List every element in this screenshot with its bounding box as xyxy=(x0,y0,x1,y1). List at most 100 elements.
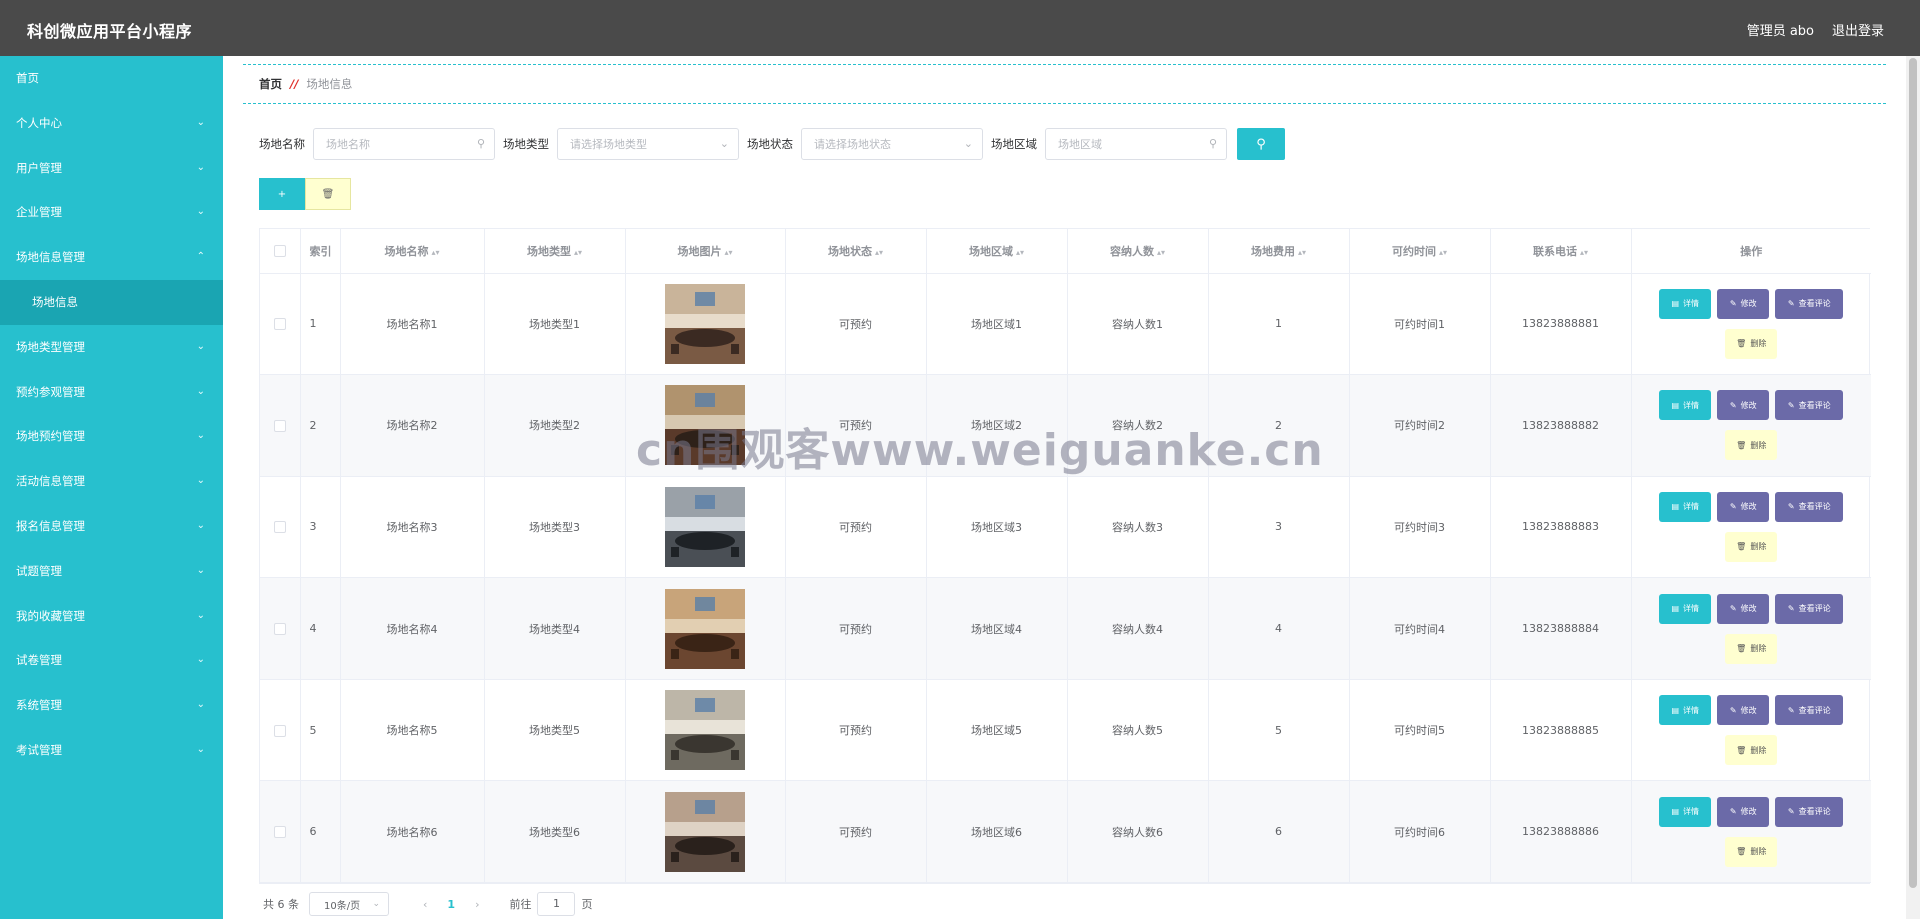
status-select-input[interactable] xyxy=(802,129,982,159)
sidebar-item[interactable]: 场地类型管理 ⌄ xyxy=(0,325,223,370)
area-input[interactable] xyxy=(1046,129,1226,159)
column-header[interactable]: 场地费用 ▴▾ xyxy=(1208,229,1350,274)
batch-delete-button[interactable]: 🗑 xyxy=(305,178,351,210)
row-checkbox[interactable] xyxy=(273,623,286,636)
delete-button[interactable]: 🗑 删除 xyxy=(1725,328,1778,359)
prev-page-icon[interactable]: ‹ xyxy=(423,898,427,911)
column-header[interactable]: 联系电话 ▴▾ xyxy=(1490,229,1632,274)
row-checkbox[interactable] xyxy=(273,318,286,331)
venue-image[interactable] xyxy=(665,385,745,466)
sidebar-item[interactable]: 场地预约管理 ⌄ xyxy=(0,414,223,459)
delete-button[interactable]: 🗑 删除 xyxy=(1725,836,1778,867)
next-page-icon[interactable]: › xyxy=(475,898,479,911)
sort-icon[interactable]: ▴▾ xyxy=(1439,248,1447,257)
row-checkbox[interactable] xyxy=(273,521,286,534)
sidebar-item[interactable]: 用户管理 ⌄ xyxy=(0,146,223,191)
sidebar-item[interactable]: 场地信息 xyxy=(0,279,223,325)
sidebar-item[interactable]: 报名信息管理 ⌄ xyxy=(0,504,223,549)
view-comments-button[interactable]: ✎ 查看评论 xyxy=(1775,491,1844,522)
page-scrollbar[interactable] xyxy=(1906,56,1920,919)
breadcrumb-home[interactable]: 首页 xyxy=(259,76,282,92)
sidebar-item[interactable]: 试题管理 ⌄ xyxy=(0,549,223,594)
current-page[interactable]: 1 xyxy=(447,898,455,911)
column-header[interactable]: 场地图片 ▴▾ xyxy=(625,229,786,274)
edit-button[interactable]: ✎ 修改 xyxy=(1717,796,1770,827)
column-header-label: 容纳人数 xyxy=(1109,244,1154,258)
view-comments-button[interactable]: ✎ 查看评论 xyxy=(1775,390,1844,421)
column-header[interactable]: 容纳人数 ▴▾ xyxy=(1067,229,1209,274)
row-checkbox[interactable] xyxy=(273,724,286,737)
sort-icon[interactable]: ▴▾ xyxy=(1016,248,1024,257)
name-input[interactable] xyxy=(314,129,494,159)
sidebar-item[interactable]: 场地信息管理 ⌃ xyxy=(0,235,223,280)
column-header[interactable]: 场地状态 ▴▾ xyxy=(785,229,927,274)
delete-button[interactable]: 🗑 删除 xyxy=(1725,633,1778,664)
column-header[interactable]: 场地名称 ▴▾ xyxy=(340,229,485,274)
edit-button[interactable]: ✎ 修改 xyxy=(1717,695,1770,726)
venue-image[interactable] xyxy=(665,486,745,567)
sidebar-item[interactable]: 系统管理 ⌄ xyxy=(0,683,223,728)
sidebar-item[interactable]: 活动信息管理 ⌄ xyxy=(0,459,223,504)
search-button[interactable]: ⚲ xyxy=(1237,128,1285,160)
view-comments-button[interactable]: ✎ 查看评论 xyxy=(1775,593,1844,624)
edit-icon: ✎ xyxy=(1729,604,1737,614)
sidebar-item[interactable]: 企业管理 ⌄ xyxy=(0,190,223,235)
sort-icon[interactable]: ▴▾ xyxy=(431,248,439,257)
edit-button[interactable]: ✎ 修改 xyxy=(1717,390,1770,421)
sidebar-item[interactable]: 试卷管理 ⌄ xyxy=(0,638,223,683)
sort-icon[interactable]: ▴▾ xyxy=(1157,248,1165,257)
fee-cell: 1 xyxy=(1208,273,1350,376)
sort-icon[interactable]: ▴▾ xyxy=(1298,248,1306,257)
venue-image[interactable] xyxy=(665,690,745,771)
time-cell-text: 可约时间5 xyxy=(1394,724,1445,738)
view-comments-button[interactable]: ✎ 查看评论 xyxy=(1775,288,1844,319)
detail-button[interactable]: ▤ 详情 xyxy=(1659,593,1712,624)
page-size-select[interactable]: 10条/页 ⌄ xyxy=(309,892,389,916)
main-content: 首页 // 场地信息 场地名称 ⚲ 场地类型 ⌄ 场地状态 ⌄ 场地区域 ⚲ ⚲… xyxy=(223,56,1906,919)
edit-label: 修改 xyxy=(1740,400,1757,410)
venue-image[interactable] xyxy=(665,791,745,872)
type-select[interactable]: ⌄ xyxy=(557,128,739,160)
delete-button[interactable]: 🗑 删除 xyxy=(1725,735,1778,766)
delete-button[interactable]: 🗑 删除 xyxy=(1725,531,1778,562)
chevron-down-icon: ⌄ xyxy=(196,116,205,128)
fee-cell: 4 xyxy=(1208,577,1350,680)
edit-button[interactable]: ✎ 修改 xyxy=(1717,288,1770,319)
detail-button[interactable]: ▤ 详情 xyxy=(1659,491,1712,522)
goto-page-input[interactable]: 1 xyxy=(537,892,576,916)
sort-icon[interactable]: ▴▾ xyxy=(574,248,582,257)
detail-button[interactable]: ▤ 详情 xyxy=(1659,695,1712,726)
chevron-down-icon: ⌄ xyxy=(196,340,205,352)
sidebar-item[interactable]: 首页 xyxy=(0,56,223,101)
venue-image[interactable] xyxy=(665,283,745,364)
add-button[interactable]: + xyxy=(259,178,305,210)
column-header[interactable]: 场地区域 ▴▾ xyxy=(926,229,1068,274)
document-icon: ▤ xyxy=(1671,807,1680,817)
view-comments-button[interactable]: ✎ 查看评论 xyxy=(1775,695,1844,726)
venue-image[interactable] xyxy=(665,588,745,669)
row-checkbox[interactable] xyxy=(273,826,286,839)
document-icon: ▤ xyxy=(1671,705,1680,715)
edit-button[interactable]: ✎ 修改 xyxy=(1717,491,1770,522)
status-select[interactable]: ⌄ xyxy=(801,128,983,160)
view-comments-button[interactable]: ✎ 查看评论 xyxy=(1775,796,1844,827)
edit-button[interactable]: ✎ 修改 xyxy=(1717,593,1770,624)
detail-button[interactable]: ▤ 详情 xyxy=(1659,796,1712,827)
sidebar-item[interactable]: 预约参观管理 ⌄ xyxy=(0,370,223,415)
detail-button[interactable]: ▤ 详情 xyxy=(1659,288,1712,319)
column-header[interactable]: 场地类型 ▴▾ xyxy=(484,229,626,274)
sort-icon[interactable]: ▴▾ xyxy=(724,248,732,257)
row-checkbox[interactable] xyxy=(273,419,286,432)
delete-button[interactable]: 🗑 删除 xyxy=(1725,430,1778,461)
column-header[interactable]: 可约时间 ▴▾ xyxy=(1349,229,1491,274)
sidebar-item[interactable]: 个人中心 ⌄ xyxy=(0,101,223,146)
type-select-input[interactable] xyxy=(558,129,738,159)
sidebar-item[interactable]: 考试管理 ⌄ xyxy=(0,728,223,773)
select-all-checkbox[interactable] xyxy=(273,245,286,258)
detail-button[interactable]: ▤ 详情 xyxy=(1659,390,1712,421)
sort-icon[interactable]: ▴▾ xyxy=(1580,248,1588,257)
logout-button[interactable]: 退出登录 xyxy=(1832,20,1884,39)
sidebar-item[interactable]: 我的收藏管理 ⌄ xyxy=(0,594,223,639)
scrollbar-thumb[interactable] xyxy=(1909,58,1917,888)
sort-icon[interactable]: ▴▾ xyxy=(875,248,883,257)
